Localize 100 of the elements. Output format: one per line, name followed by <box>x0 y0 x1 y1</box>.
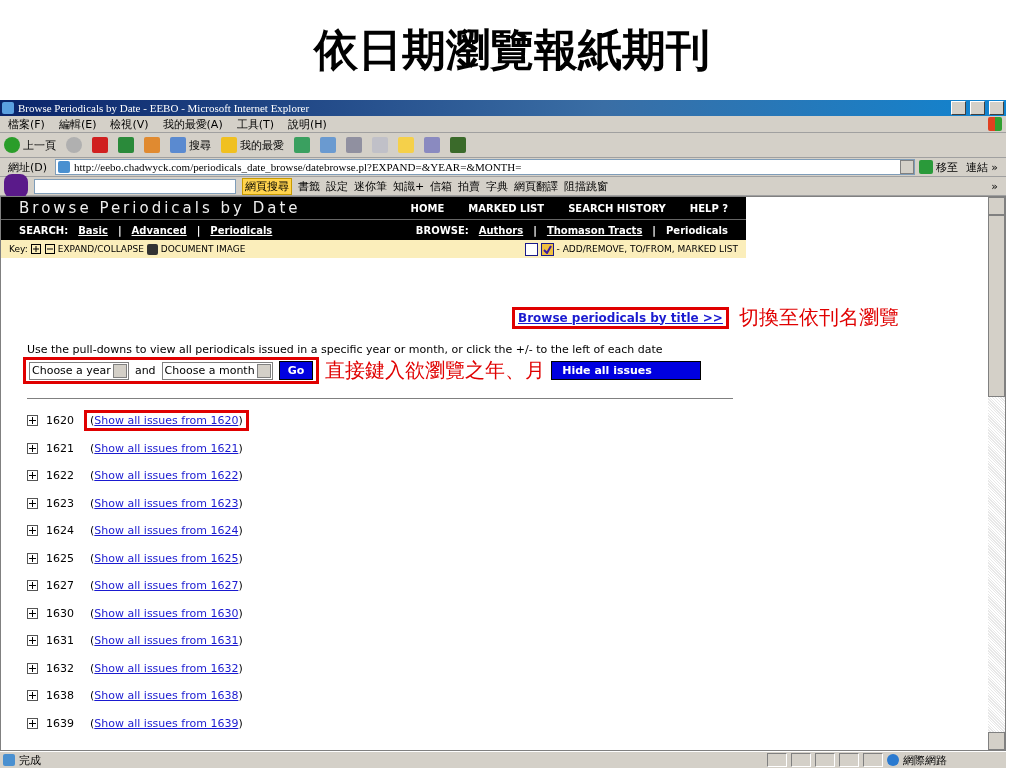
parenthesis: ) <box>238 441 243 455</box>
menu-item[interactable]: 編輯(E) <box>54 116 101 132</box>
year-label: 1622 <box>46 469 75 483</box>
year-label: 1627 <box>46 579 75 593</box>
year-link[interactable]: Show all issues from 1632 <box>94 661 239 675</box>
nav-link[interactable]: Advanced <box>131 224 187 236</box>
nav-link[interactable]: Periodicals <box>666 224 728 236</box>
toolbar-button[interactable]: 我的最愛 <box>221 137 284 153</box>
expand-icon[interactable] <box>27 470 38 482</box>
window-title: Browse Periodicals by Date - EEBO - Microsoft Internet Explorer <box>18 102 311 114</box>
year-link[interactable]: Show all issues from 1624 <box>94 524 239 538</box>
month-select[interactable]: Choose a month <box>161 361 273 380</box>
go-button[interactable]: 移至 <box>918 159 958 175</box>
year-select[interactable]: Choose a year <box>29 361 129 380</box>
year-link[interactable]: Show all issues from 1639 <box>94 716 239 730</box>
more-button[interactable]: » <box>987 179 1002 193</box>
expand-icon[interactable] <box>27 690 38 702</box>
status-panel <box>863 753 883 767</box>
menu-item[interactable]: 檔案(F) <box>4 116 49 132</box>
toolbar-button[interactable]: 設定 <box>326 178 348 194</box>
status-panel <box>767 753 787 767</box>
toolbar-button[interactable]: 上一頁 <box>4 137 56 153</box>
expand-icon[interactable] <box>27 662 38 674</box>
links-button[interactable]: 連結 » <box>961 159 1002 175</box>
close-button[interactable] <box>989 101 1004 115</box>
toolbar-button[interactable]: 信箱 <box>430 178 453 194</box>
expand-icon[interactable] <box>27 552 38 564</box>
parenthesis: ( <box>90 469 95 483</box>
year-link[interactable]: Show all issues from 1638 <box>94 689 239 703</box>
slide-title: 依日期瀏覽報紙期刊 <box>312 22 711 77</box>
toolbar-button[interactable]: 搜尋 <box>170 137 211 153</box>
expand-icon[interactable] <box>27 497 38 509</box>
parenthesis: ( <box>90 661 95 675</box>
year-link[interactable]: Show all issues from 1631 <box>94 634 239 648</box>
nav-link[interactable]: Basic <box>78 224 108 236</box>
parenthesis: ) <box>238 579 243 593</box>
expand-icon[interactable] <box>27 415 38 427</box>
year-link[interactable]: Show all issues from 1620 <box>94 414 239 428</box>
expand-icon[interactable] <box>27 442 38 454</box>
parenthesis: ) <box>238 661 243 675</box>
nav-link[interactable]: HELP ? <box>689 202 728 214</box>
parenthesis: ) <box>238 716 243 730</box>
nav-link[interactable]: MARKED LIST <box>468 202 545 214</box>
parenthesis: ( <box>90 716 95 730</box>
separator: | <box>117 224 122 236</box>
toolbar-button[interactable]: 網頁翻譯 <box>514 178 559 194</box>
expand-icon[interactable] <box>27 635 38 647</box>
parenthesis: ) <box>238 469 243 483</box>
nav-link[interactable]: Authors <box>478 224 524 236</box>
title-link[interactable]: Browse periodicals by title >> <box>518 310 723 325</box>
toolbar-button[interactable]: 迷你筆 <box>354 178 387 194</box>
parenthesis: ( <box>90 689 95 703</box>
parenthesis: ( <box>90 551 95 565</box>
expand-icon[interactable] <box>27 717 38 729</box>
status-text: 完成 <box>19 752 42 768</box>
nav-link[interactable]: Thomason Tracts <box>546 224 643 236</box>
menu-item[interactable]: 工具(T) <box>232 116 278 132</box>
year-link[interactable]: Show all issues from 1622 <box>94 469 239 483</box>
key-text: EXPAND/COLLAPSE <box>57 244 144 254</box>
expand-icon[interactable] <box>27 607 38 619</box>
page-title: Browse Periodicals by Date <box>19 199 302 217</box>
expand-collapse-icon <box>30 243 55 255</box>
nav-link[interactable]: Periodicals <box>210 224 273 236</box>
year-link[interactable]: Show all issues from 1621 <box>94 441 239 455</box>
year-link[interactable]: Show all issues from 1623 <box>94 496 239 510</box>
address-label: 網址(D) <box>7 159 49 175</box>
address-field[interactable]: http://eebo.chadwyck.com/periodicals_date_browse/datebrowse.pl?EXPAND=&YEAR=&MONTH= <box>55 159 915 175</box>
parenthesis: ( <box>90 524 95 538</box>
year-label: 1639 <box>46 716 75 730</box>
expand-icon[interactable] <box>27 580 38 592</box>
nav-link[interactable]: SEARCH HISTORY <box>568 202 666 214</box>
toolbar-button[interactable]: 阻擋跳窗 <box>564 178 609 194</box>
minimize-button[interactable] <box>951 101 966 115</box>
year-label: 1624 <box>46 524 75 538</box>
parenthesis: ) <box>238 689 243 703</box>
browse-label: BROWSE: <box>415 224 469 236</box>
status-panel <box>791 753 811 767</box>
toolbar-button[interactable]: 知識+ <box>393 178 425 194</box>
year-link[interactable]: Show all issues from 1625 <box>94 551 239 565</box>
separator: | <box>533 224 537 236</box>
go-button[interactable]: Go <box>278 361 314 380</box>
menu-item[interactable]: 說明(H) <box>284 116 331 132</box>
nav-link[interactable]: HOME <box>410 202 445 214</box>
key-text: DOCUMENT IMAGE <box>160 244 246 254</box>
key-text: - ADD/REMOVE, TO/FROM, MARKED LIST <box>556 244 738 254</box>
expand-icon[interactable] <box>27 525 38 537</box>
toolbar-button[interactable]: 字典 <box>486 178 509 194</box>
toolbar-button[interactable]: 書籤 <box>298 178 320 194</box>
menu-item[interactable]: 我的最愛(A) <box>158 116 227 132</box>
hide-issues-button[interactable]: Hide all issues <box>551 361 702 380</box>
year-link[interactable]: Show all issues from 1627 <box>94 579 239 593</box>
menu-item[interactable]: 檢視(V) <box>106 116 153 132</box>
search-field[interactable] <box>34 178 236 194</box>
search-button[interactable]: 網頁搜尋 <box>242 177 292 195</box>
restore-button[interactable] <box>970 101 985 115</box>
separator: | <box>652 224 656 236</box>
year-link[interactable]: Show all issues from 1630 <box>94 606 239 620</box>
scrollbar[interactable] <box>988 197 1005 750</box>
key-label: Key: <box>9 244 28 254</box>
toolbar-button[interactable]: 拍賣 <box>458 178 481 194</box>
